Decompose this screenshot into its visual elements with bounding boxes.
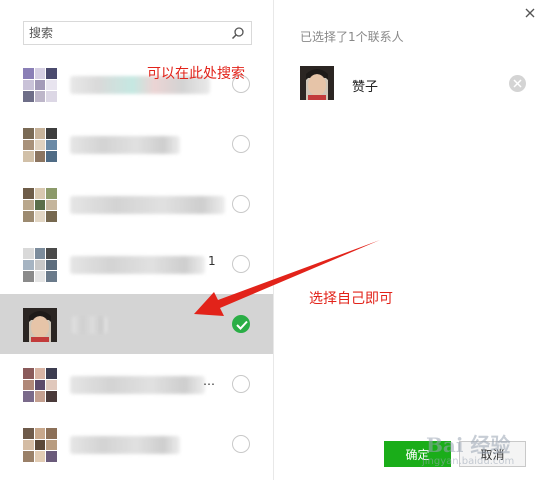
select-self-annotation: 选择自己即可 [309,291,393,307]
cancel-button[interactable]: 取消 [459,441,526,467]
close-icon[interactable] [524,7,536,19]
selected-count-title: 已选择了1个联系人 [300,30,404,44]
contact-name [70,376,205,394]
select-radio[interactable] [232,255,250,273]
remove-icon[interactable] [509,75,526,92]
selected-contact-name: 赞子 [352,80,379,95]
group-avatar [23,68,57,102]
select-radio-checked[interactable] [232,315,250,333]
select-radio[interactable] [232,435,250,453]
selected-pane: 已选择了1个联系人 赞子 确定 取消 [274,0,550,480]
check-icon [236,320,248,330]
group-avatar [23,248,57,282]
contact-name [70,136,180,154]
group-avatar [23,188,57,222]
group-avatar [23,128,57,162]
contact-row[interactable] [0,174,273,234]
contact-avatar [23,308,57,342]
confirm-button[interactable]: 确定 [384,441,451,467]
select-radio[interactable] [232,135,250,153]
contact-name-suffix: … [203,374,215,388]
contact-name [70,196,225,214]
contact-name [70,436,180,454]
contact-row[interactable] [0,114,273,174]
contact-name [72,316,107,334]
contact-name-suffix: 1 [208,254,216,268]
contact-row[interactable]: … [0,354,273,414]
select-radio[interactable] [232,375,250,393]
search-icon[interactable] [231,26,245,40]
search-input[interactable] [24,22,229,44]
group-avatar [23,368,57,402]
select-radio[interactable] [232,195,250,213]
contact-name [70,256,205,274]
contact-row[interactable] [0,414,273,474]
selected-contact-avatar [300,66,334,100]
search-hint-annotation: 可以在此处搜索 [147,66,245,82]
contact-row-selected[interactable] [0,294,273,354]
contact-row[interactable]: 1 [0,234,273,294]
contact-list-pane: 1 [0,0,273,480]
search-box[interactable] [23,21,252,45]
group-avatar [23,428,57,462]
